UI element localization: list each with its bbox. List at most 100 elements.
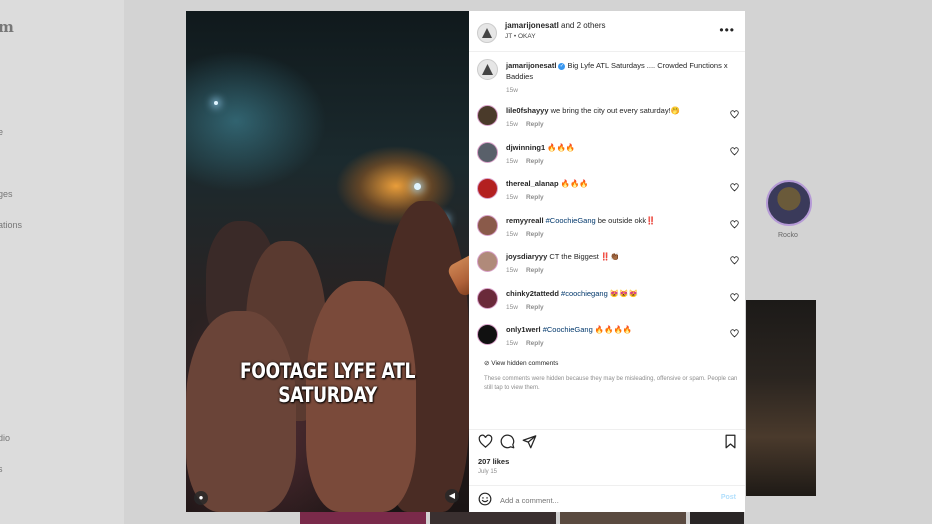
- comment-time: 15w: [506, 267, 518, 274]
- audio-label[interactable]: JT • OKAY: [505, 33, 536, 40]
- background-post-thumbnail: [430, 512, 556, 524]
- caption-time: 15w: [506, 87, 518, 94]
- comment-time: 15w: [506, 121, 518, 128]
- comment-text-line: remyyreall #CoochieGang be outside okk‼️: [506, 216, 724, 226]
- comment-row: chinky2tattedd #coochiegang 😻😻😻 15w Reply: [477, 287, 739, 320]
- video-caption-text: FOOTAGE LYFE ATL SATURDAY: [239, 359, 416, 407]
- comment-text: 🔥🔥🔥: [558, 179, 589, 188]
- hidden-comments-note: These comments were hidden because they …: [484, 376, 738, 391]
- more-options-icon[interactable]: •••: [719, 23, 735, 37]
- background-nav-item: dio: [0, 433, 11, 443]
- hashtag-link[interactable]: #CoochieGang: [543, 325, 593, 334]
- background-post-thumbnail: [300, 512, 426, 524]
- background-nav-item: e: [0, 127, 4, 137]
- reply-button[interactable]: Reply: [526, 194, 544, 201]
- reply-button[interactable]: Reply: [526, 231, 544, 238]
- commenter-username[interactable]: chinky2tattedd: [506, 289, 559, 298]
- hashtag-link[interactable]: #coochiegang: [561, 289, 608, 298]
- commenter-username[interactable]: joysdiaryyy: [506, 252, 547, 261]
- commenter-username[interactable]: lile0fshayyy: [506, 106, 549, 115]
- commenter-avatar[interactable]: [477, 214, 498, 236]
- comment-like-heart-icon[interactable]: [730, 292, 739, 302]
- audio-toggle-icon[interactable]: ◀: [445, 489, 459, 503]
- like-heart-icon[interactable]: [478, 434, 493, 449]
- reply-button[interactable]: Reply: [526, 158, 544, 165]
- comment-row: thereal_alanap 🔥🔥🔥 15w Reply: [477, 178, 739, 210]
- post-comment-button[interactable]: Post: [721, 494, 736, 501]
- comment-like-heart-icon[interactable]: [730, 183, 739, 192]
- comment-text: 🔥🔥🔥: [545, 142, 576, 152]
- verified-badge-icon: ✓: [558, 62, 566, 70]
- background-post-thumbnail: [746, 300, 816, 496]
- commenter-avatar[interactable]: [477, 251, 498, 272]
- author-line: jamarijonesatl and 2 others: [505, 21, 606, 30]
- comment-text-line: thereal_alanap 🔥🔥🔥: [506, 179, 724, 189]
- comment-time: 15w: [506, 340, 518, 347]
- commenter-username[interactable]: remyyreall: [506, 216, 544, 225]
- comment-text-line: joysdiaryyy CT the Biggest ‼️👏🏾: [506, 252, 724, 262]
- comment-row: joysdiaryyy CT the Biggest ‼️👏🏾 15w Reply: [477, 251, 739, 283]
- coauthors-link[interactable]: and 2 others: [559, 21, 605, 30]
- comment-meta: 15w Reply: [506, 267, 552, 274]
- likes-count[interactable]: 207 likes: [478, 457, 509, 466]
- emoji-icon[interactable]: [478, 492, 492, 506]
- commenter-username[interactable]: djwinning1: [506, 143, 545, 152]
- post-date: July 15: [478, 469, 498, 475]
- caption-avatar[interactable]: [477, 59, 498, 80]
- comment-like-heart-icon[interactable]: [730, 219, 739, 229]
- comment-time: 15w: [506, 157, 518, 165]
- comment-like-heart-icon[interactable]: [730, 256, 739, 265]
- share-send-icon[interactable]: [522, 434, 537, 449]
- comment-like-heart-icon[interactable]: [730, 110, 739, 119]
- comment-meta: 15w Reply: [506, 231, 552, 238]
- comment-row: lile0fshayyy we bring the city out every…: [477, 105, 739, 137]
- comment-time: 15w: [506, 230, 518, 238]
- hashtag-link[interactable]: #CoochieGang: [546, 216, 596, 225]
- reply-button[interactable]: Reply: [526, 121, 544, 128]
- comment-meta: 15w Reply: [506, 304, 552, 311]
- commenter-avatar[interactable]: [477, 178, 498, 199]
- comment-bubble-icon[interactable]: [500, 434, 515, 449]
- commenter-avatar[interactable]: [477, 287, 498, 309]
- comment-like-heart-icon[interactable]: [730, 329, 739, 338]
- post-details-panel: jamarijonesatl and 2 others JT • OKAY ••…: [469, 11, 745, 512]
- view-hidden-comments-link[interactable]: ⊘ View hidden comments: [484, 359, 558, 367]
- comment-text-line: only1werl #CoochieGang 🔥🔥🔥🔥: [506, 325, 724, 335]
- author-avatar[interactable]: [477, 23, 497, 43]
- comment-like-heart-icon[interactable]: [730, 146, 739, 156]
- comment-time: 15w: [506, 194, 518, 201]
- commenter-avatar[interactable]: [477, 324, 498, 345]
- commenter-username[interactable]: only1werl: [506, 325, 541, 334]
- post-video[interactable]: FOOTAGE LYFE ATL SATURDAY ● ◀: [186, 11, 469, 512]
- background-nav-item: s: [0, 464, 3, 474]
- comment-meta: 15w Reply: [506, 121, 552, 128]
- background-post-thumbnail: [560, 512, 686, 524]
- user-tag-icon[interactable]: ●: [194, 491, 208, 505]
- background-nav-item: ges: [0, 189, 13, 199]
- commenter-avatar[interactable]: [477, 105, 498, 126]
- caption-username[interactable]: jamarijonesatl: [506, 61, 556, 70]
- comment-row: djwinning1 🔥🔥🔥 15w Reply: [477, 141, 739, 174]
- action-bar: [469, 429, 745, 452]
- commenter-avatar[interactable]: [477, 141, 498, 163]
- background-nav-item: ations: [0, 220, 23, 230]
- comment-row: only1werl #CoochieGang 🔥🔥🔥🔥 15w Reply: [477, 324, 739, 356]
- comment-text-line: djwinning1 🔥🔥🔥: [506, 143, 724, 153]
- comment-text: CT the Biggest ‼️👏🏾: [547, 252, 620, 261]
- commenter-username[interactable]: thereal_alanap: [506, 179, 559, 188]
- reply-button[interactable]: Reply: [526, 340, 544, 347]
- save-bookmark-icon[interactable]: [723, 434, 738, 449]
- stage-light: [414, 183, 421, 190]
- comment-row: remyyreall #CoochieGang be outside okk‼️…: [477, 214, 739, 247]
- comment-meta: 15w Reply: [506, 194, 552, 201]
- reply-button[interactable]: Reply: [526, 267, 544, 274]
- author-username[interactable]: jamarijonesatl: [505, 21, 559, 30]
- background-logo: m: [0, 18, 14, 36]
- background-sidebar: m e ges ations dio s: [0, 0, 125, 524]
- reply-button[interactable]: Reply: [526, 304, 544, 311]
- comment-text: we bring the city out every saturday!🤭: [548, 106, 681, 115]
- add-comment-input[interactable]: [498, 491, 702, 509]
- comment-text-line: lile0fshayyy we bring the city out every…: [506, 106, 724, 116]
- comment-time: 15w: [506, 303, 518, 311]
- background-story-avatar: [766, 180, 812, 226]
